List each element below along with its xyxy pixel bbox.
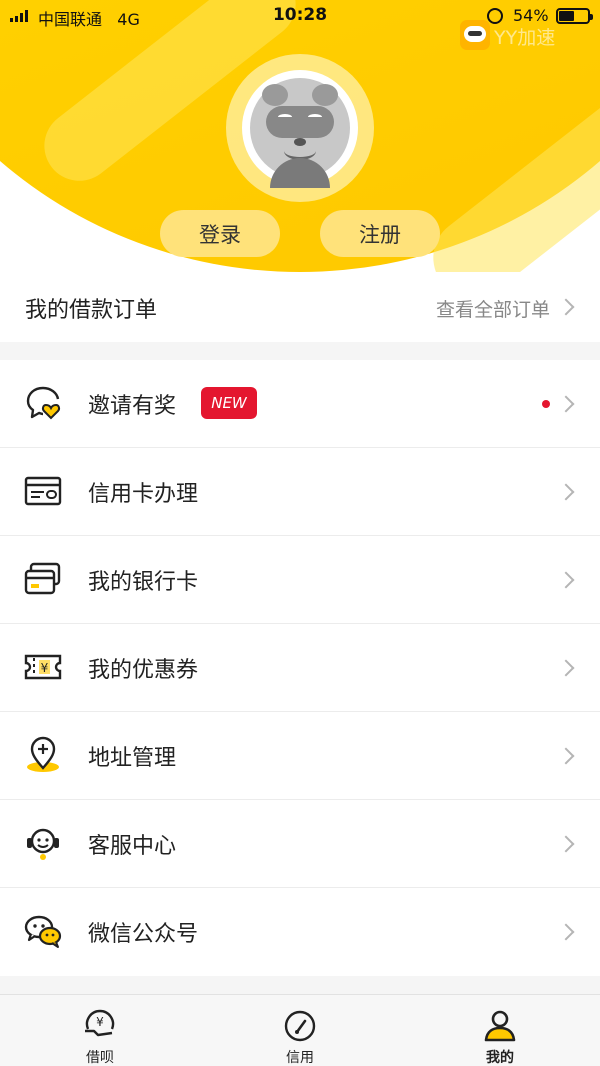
menu-list: 邀请有奖 NEW 信用卡办理 我的银行卡 ¥ 我的优惠券 地址管理 客服中心 微… xyxy=(0,360,600,976)
loan-orders-row[interactable]: 我的借款订单 查看全部订单 xyxy=(0,272,600,342)
tab-credit[interactable]: 信用 xyxy=(240,995,360,1066)
tab-label: 信用 xyxy=(286,1050,314,1066)
menu-item-label: 信用卡办理 xyxy=(88,482,199,507)
avatar[interactable] xyxy=(226,54,374,202)
chevron-right-icon xyxy=(557,923,575,941)
tab-label: 借呗 xyxy=(86,1050,114,1066)
chevron-right-icon xyxy=(557,747,575,765)
menu-item-label: 微信公众号 xyxy=(88,922,199,947)
register-button[interactable]: 注册 xyxy=(320,210,440,257)
chevron-right-icon xyxy=(557,835,575,853)
svg-text:¥: ¥ xyxy=(41,661,49,675)
accelerator-watermark: YY加速 xyxy=(494,27,556,49)
tab-label: 我的 xyxy=(486,1050,514,1066)
menu-item-wechat[interactable]: 微信公众号 xyxy=(0,888,600,976)
tab-mine[interactable]: 我的 xyxy=(440,995,560,1066)
notification-dot xyxy=(542,400,550,408)
menu-item-bank-card[interactable]: 我的银行卡 xyxy=(0,536,600,624)
profile-icon xyxy=(484,1010,516,1042)
menu-item-label: 我的银行卡 xyxy=(88,570,199,595)
menu-item-customer-service[interactable]: 客服中心 xyxy=(0,800,600,888)
battery-level xyxy=(559,11,575,21)
chevron-right-icon xyxy=(557,483,575,501)
view-all-orders-link[interactable]: 查看全部订单 xyxy=(436,295,550,322)
invite-heart-icon xyxy=(26,386,61,420)
chevron-right-icon xyxy=(557,298,575,316)
accelerator-logo-icon xyxy=(460,20,490,50)
credit-card-icon xyxy=(24,476,62,506)
profile-header: 中国联通 4G 10:28 54% YY加速 登录 注册 xyxy=(0,0,600,272)
menu-item-address[interactable]: 地址管理 xyxy=(0,712,600,800)
status-time: 10:28 xyxy=(272,5,328,25)
loan-orders-title: 我的借款订单 xyxy=(25,298,158,323)
bottom-tab-bar: ¥ 借呗 信用 我的 xyxy=(0,994,600,1066)
menu-item-label: 邀请有奖 xyxy=(88,394,177,419)
menu-item-credit-card[interactable]: 信用卡办理 xyxy=(0,448,600,536)
wechat-icon xyxy=(24,915,62,948)
chevron-right-icon xyxy=(557,395,575,413)
chevron-right-icon xyxy=(557,659,575,677)
raccoon-mascot-icon xyxy=(250,78,350,188)
chevron-right-icon xyxy=(557,571,575,589)
login-button[interactable]: 登录 xyxy=(160,210,280,257)
menu-item-label: 地址管理 xyxy=(88,746,177,771)
avatar-frame xyxy=(242,70,358,188)
credit-gauge-icon xyxy=(284,1010,316,1042)
menu-item-label: 我的优惠券 xyxy=(88,658,199,683)
rotation-lock-icon xyxy=(487,8,503,24)
customer-service-icon xyxy=(27,828,59,860)
coupon-icon: ¥ xyxy=(24,654,62,680)
svg-text:¥: ¥ xyxy=(96,1015,104,1029)
battery-icon xyxy=(556,8,593,24)
tab-loan[interactable]: ¥ 借呗 xyxy=(40,995,160,1066)
new-badge: NEW xyxy=(201,387,257,419)
menu-item-label: 客服中心 xyxy=(88,834,177,859)
menu-item-coupons[interactable]: ¥ 我的优惠券 xyxy=(0,624,600,712)
bank-card-icon xyxy=(24,562,61,595)
menu-item-invite[interactable]: 邀请有奖 NEW xyxy=(0,360,600,448)
loan-icon: ¥ xyxy=(85,1009,115,1037)
location-pin-icon xyxy=(27,736,59,772)
